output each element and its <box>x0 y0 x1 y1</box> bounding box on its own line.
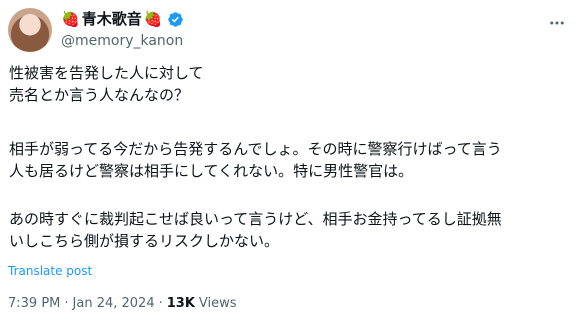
avatar[interactable] <box>8 8 52 52</box>
meta-separator: · <box>64 296 69 311</box>
user-handle[interactable]: @memory_kanon <box>61 31 582 51</box>
display-name[interactable]: 青木歌音 <box>82 8 142 30</box>
meta-separator: · <box>158 296 163 311</box>
post-paragraph: あの時すぐに裁判起こせば良いって言うけど、相手お金持ってるし証拠無 いしこちら側… <box>9 210 502 250</box>
verified-badge-icon <box>167 11 184 28</box>
post-meta: 7:39 PM · Jan 24, 2024 · 13K Views <box>8 296 237 311</box>
strawberry-icon: 🍓 <box>143 10 163 28</box>
name-row: 🍓 青木歌音 🍓 <box>61 8 582 30</box>
post-paragraph: 相手が弱ってる今だから告発するんでしょ。その時に警察行けばって言う 人も居るけど… <box>9 140 502 180</box>
post-header: 🍓 青木歌音 🍓 @memory_kanon <box>61 8 582 52</box>
post-date[interactable]: Jan 24, 2024 <box>73 296 155 311</box>
strawberry-icon: 🍓 <box>61 10 80 28</box>
post-paragraph: 性被害を告発した人に対して 売名とか言う人なんなの？ <box>9 64 204 104</box>
more-icon[interactable] <box>548 14 566 36</box>
views-count: 13K <box>166 296 195 311</box>
translate-post-link[interactable]: Translate post <box>8 264 92 278</box>
views-label: Views <box>198 296 237 311</box>
post-time[interactable]: 7:39 PM <box>8 296 60 311</box>
